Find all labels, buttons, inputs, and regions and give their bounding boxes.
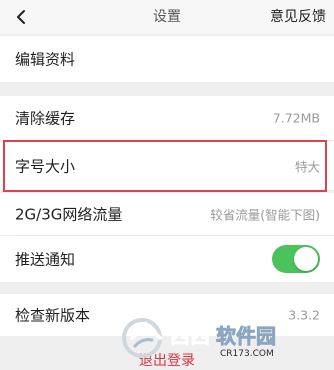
clear-cache-row[interactable]: 清除缓存 7.72MB xyxy=(0,96,334,140)
push-notification-toggle[interactable] xyxy=(272,245,320,273)
clear-cache-label: 清除缓存 xyxy=(15,109,76,128)
watermark-logo: 西西 软件园 CR173.COM xyxy=(122,318,276,359)
check-update-label: 检查新版本 xyxy=(15,306,91,325)
edit-profile-label: 编辑资料 xyxy=(15,50,76,69)
network-traffic-row[interactable]: 2G/3G网络流量 较省流量(智能下图) xyxy=(0,193,334,235)
svg-text:软件园: 软件园 xyxy=(216,324,276,348)
cache-size-value: 7.72MB xyxy=(272,110,320,126)
push-notification-label: 推送通知 xyxy=(15,250,76,269)
toggle-knob xyxy=(294,247,318,271)
feedback-button[interactable]: 意见反馈 xyxy=(270,6,326,26)
network-traffic-value: 较省流量(智能下图) xyxy=(210,207,320,223)
svg-text:CR173.COM: CR173.COM xyxy=(220,349,274,359)
svg-text:西西: 西西 xyxy=(170,324,210,348)
push-notification-row: 推送通知 xyxy=(0,236,334,282)
top-nav-bar: 设置 意见反馈 xyxy=(0,0,334,34)
network-traffic-label: 2G/3G网络流量 xyxy=(15,205,123,224)
edit-profile-row[interactable]: 编辑资料 xyxy=(0,36,334,82)
highlight-box xyxy=(3,140,327,192)
